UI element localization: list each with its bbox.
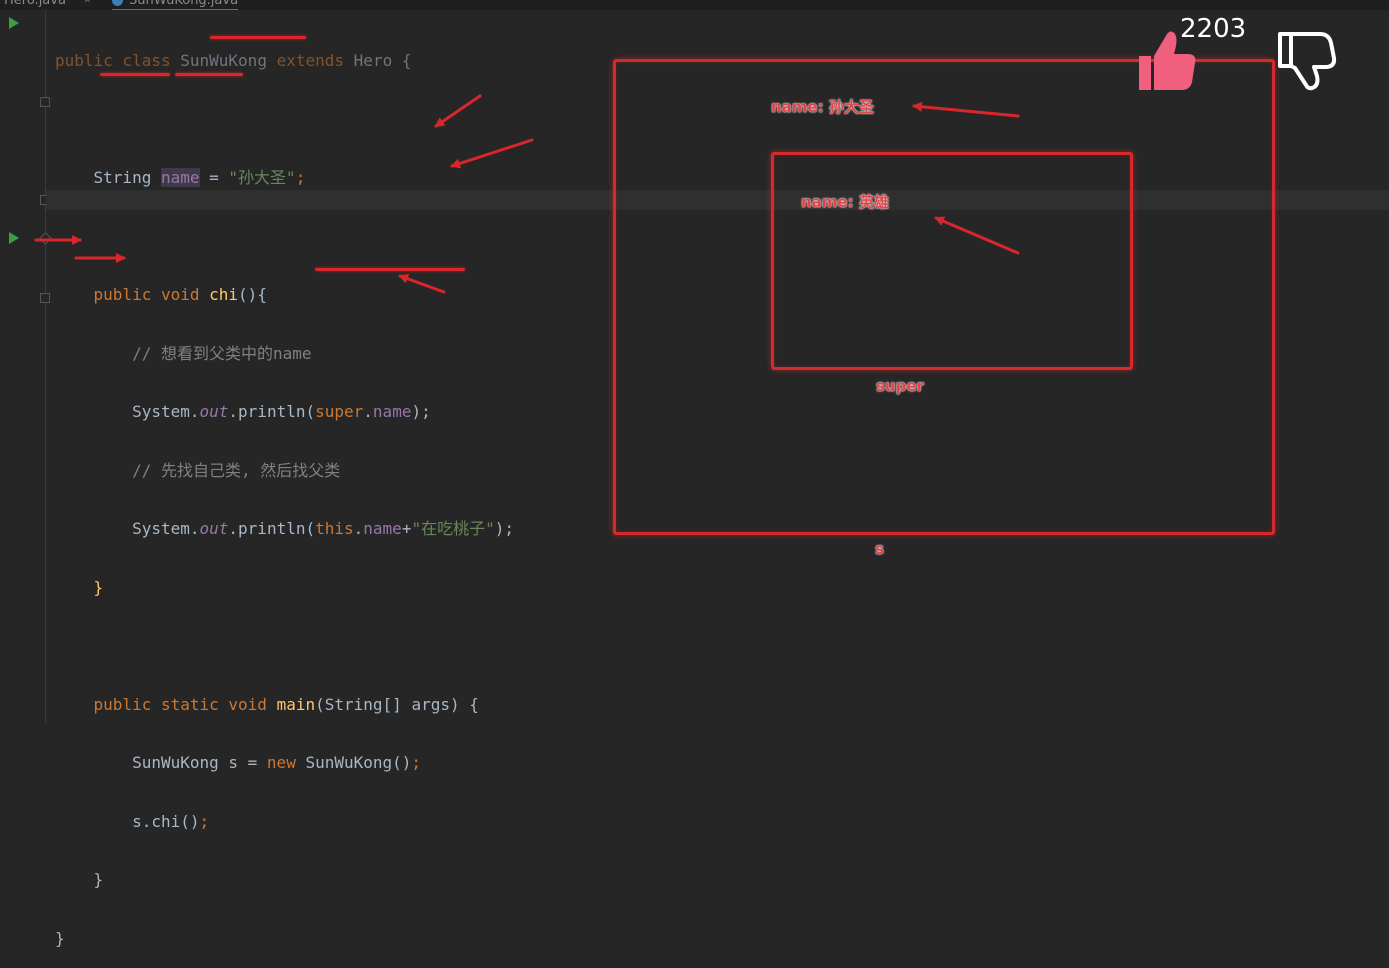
code-line-chi-decl: public void chi(){	[93, 285, 267, 304]
java-file-icon	[112, 0, 123, 6]
like-count: 2203	[1180, 14, 1247, 44]
super-box	[771, 152, 1133, 370]
underline-string-annotation	[100, 73, 170, 76]
editor-gutter	[0, 10, 46, 723]
fold-method-chi-icon[interactable]	[40, 97, 50, 107]
tab-close-icon[interactable]: ×	[84, 0, 91, 6]
underline-sunwukong-annotation	[210, 36, 306, 39]
code-line-close-chi: }	[93, 577, 104, 597]
code-editor[interactable]: public class SunWuKong extends Hero { St…	[55, 12, 514, 968]
code-line-comment: // 想看到父类中的name	[132, 343, 312, 363]
inner-name-label: name: 英雄	[801, 193, 889, 211]
underline-new-annotation	[315, 268, 465, 271]
super-label: super	[876, 377, 924, 395]
code-line-field-decl: String name = "孙大圣";	[93, 168, 306, 187]
run-main-icon[interactable]	[9, 232, 19, 244]
code-line-println-super: System.out.println(super.name);	[132, 402, 431, 421]
thumbs-down-icon[interactable]	[1276, 30, 1338, 92]
code-line-close-main: }	[93, 870, 104, 889]
code-line-main-decl: public static void main(String[] args) {	[93, 694, 479, 714]
editor-tab-bar: Hero.java × SunWuKong.java	[0, 0, 1389, 10]
code-line-close-class: }	[55, 928, 65, 948]
fold-end-main-icon[interactable]	[40, 293, 50, 303]
tab-hero-java[interactable]: Hero.java	[4, 0, 66, 8]
underline-name-annotation	[175, 73, 243, 76]
code-line-println-this: System.out.println(this.name+"在吃桃子");	[132, 519, 514, 538]
code-line-call-chi: s.chi();	[132, 811, 210, 831]
code-line-comment: // 先找自己类, 然后找父类	[132, 460, 341, 480]
code-line-new-instance: SunWuKong s = new SunWuKong();	[132, 753, 422, 772]
gutter-divider	[45, 10, 46, 723]
outer-name-label: name: 孙大圣	[771, 98, 874, 116]
s-label: s	[875, 540, 884, 558]
code-line-class-decl: public class SunWuKong extends Hero {	[55, 51, 412, 70]
tab-sunwukong-java[interactable]: SunWuKong.java	[112, 0, 239, 10]
run-class-icon[interactable]	[9, 17, 19, 29]
